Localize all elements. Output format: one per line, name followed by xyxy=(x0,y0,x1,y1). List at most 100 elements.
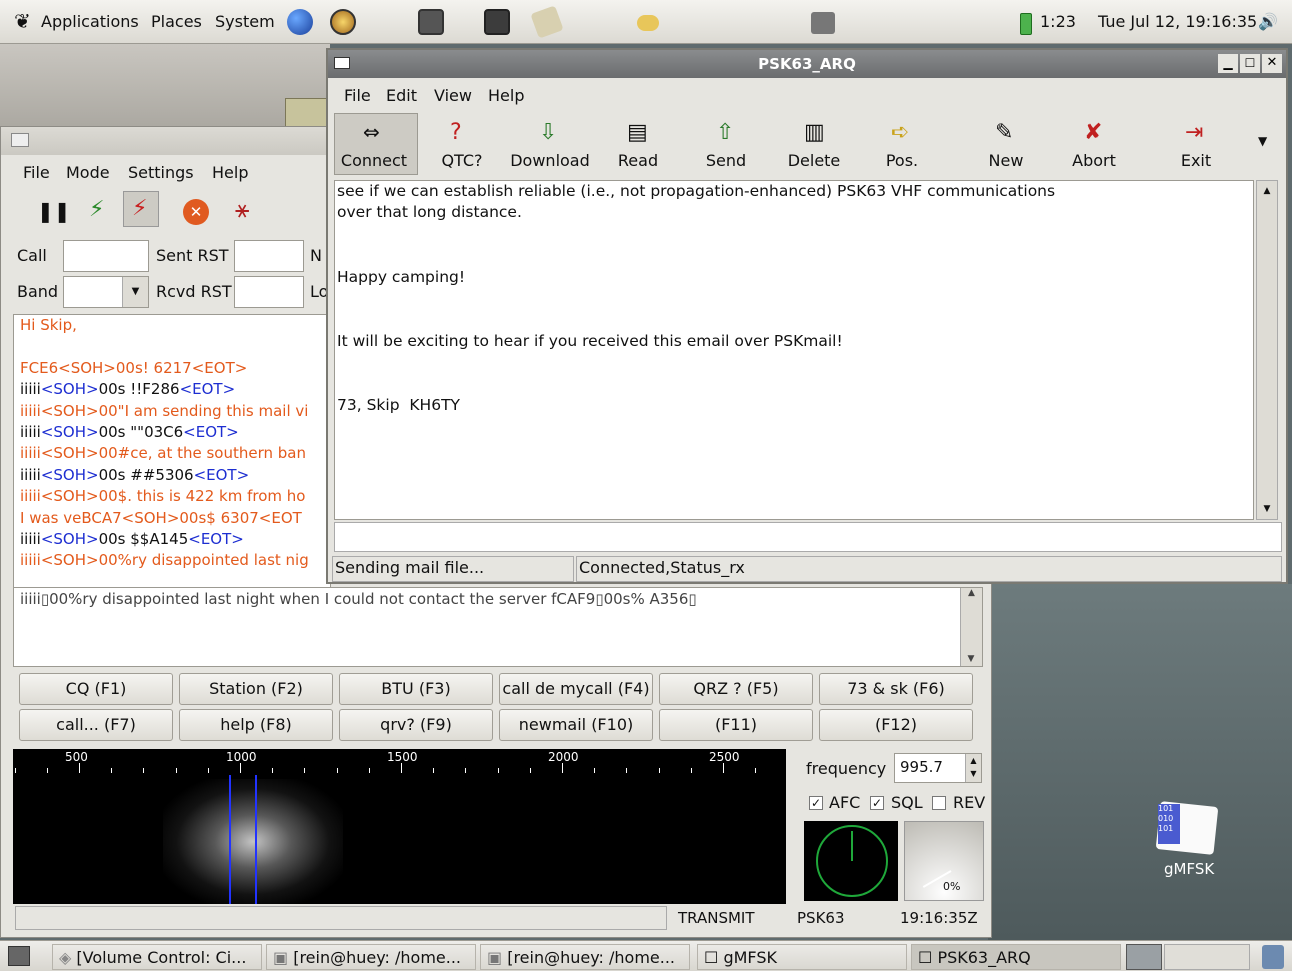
folder-icon[interactable] xyxy=(285,98,329,128)
send-icon: ⇧ xyxy=(716,120,735,145)
task-gmfsk[interactable]: ☐ gMFSK xyxy=(697,944,907,970)
window-menu-icon[interactable] xyxy=(334,57,350,69)
screenshot-icon[interactable] xyxy=(811,12,835,34)
tx-scrollbar[interactable]: ▲ ▼ xyxy=(960,588,982,666)
input-line[interactable] xyxy=(334,522,1282,552)
macro-button-8[interactable]: help (F8) xyxy=(179,709,333,741)
rx-segment: <EOT> xyxy=(179,380,236,399)
workspace-switcher[interactable] xyxy=(1164,944,1250,970)
gmfsk-menu-mode[interactable]: Mode xyxy=(66,163,110,182)
macro-button-7[interactable]: call... (F7) xyxy=(19,709,173,741)
macro-button-3[interactable]: BTU (F3) xyxy=(339,673,493,705)
psk-menu-edit[interactable]: Edit xyxy=(386,86,417,105)
rx-text-area[interactable]: Hi Skip, FCE6<SOH>00s! 6217<EOT> iiiii<SOH… xyxy=(13,314,331,588)
toolbar-pos-button[interactable]: Pos. xyxy=(862,151,942,170)
mode-status: PSK63 xyxy=(797,909,845,927)
minimize-icon[interactable]: ▁ xyxy=(1218,54,1238,73)
terminal2-icon[interactable] xyxy=(484,9,510,35)
close-icon[interactable]: ✕ xyxy=(1262,54,1282,73)
task-volume-control[interactable]: ◈ [Volume Control: Ci... xyxy=(52,944,262,970)
gmfsk-menu-help[interactable]: Help xyxy=(212,163,248,182)
gmfsk-menu-file[interactable]: File xyxy=(23,163,50,182)
new-icon: ✎ xyxy=(995,120,1014,145)
waterfall-tick xyxy=(143,768,144,773)
notes-icon[interactable] xyxy=(530,5,564,39)
toolbar-new-button[interactable]: New xyxy=(966,151,1046,170)
workspace-1[interactable] xyxy=(1126,944,1162,970)
macro-button-5[interactable]: QRZ ? (F5) xyxy=(659,673,813,705)
gnome-foot-icon[interactable]: ❦ xyxy=(14,9,31,33)
volume-icon[interactable]: 🔊 xyxy=(1258,12,1278,31)
toolbar-connect-button[interactable]: Connect xyxy=(334,151,414,170)
macro-button-9[interactable]: qrv? (F9) xyxy=(339,709,493,741)
pause-icon[interactable]: ❚❚ xyxy=(37,199,71,223)
afc-checkbox[interactable]: ✓ xyxy=(809,796,823,810)
signal-trace xyxy=(163,779,343,904)
rx-line: iiiii<SOH>00s ""03C6<EOT> xyxy=(20,422,330,443)
toolbar-exit-button[interactable]: Exit xyxy=(1156,151,1236,170)
frequency-spinner[interactable]: 995.7 ▲ ▼ xyxy=(894,753,982,783)
macro-button-12[interactable]: (F12) xyxy=(819,709,973,741)
abort-icon[interactable]: ✕ xyxy=(183,199,209,225)
macro-button-10[interactable]: newmail (F10) xyxy=(499,709,653,741)
maximize-icon[interactable]: ☐ xyxy=(1240,54,1260,73)
show-desktop-icon[interactable] xyxy=(8,946,30,966)
rcvd-rst-input[interactable] xyxy=(234,276,304,308)
toolbar-qtc-button[interactable]: QTC? xyxy=(422,151,502,170)
web-browser-icon[interactable] xyxy=(287,9,313,35)
macro-button-11[interactable]: (F11) xyxy=(659,709,813,741)
sql-checkbox[interactable]: ✓ xyxy=(870,796,884,810)
tx-button[interactable]: ⚡ xyxy=(123,191,159,227)
macro-button-4[interactable]: call de mycall (F4) xyxy=(499,673,653,705)
psk-titlebar[interactable]: PSK63_ARQ ▁ ☐ ✕ xyxy=(328,50,1286,78)
rx-lightning-icon[interactable]: ⚡ xyxy=(89,197,104,222)
waterfall-display[interactable]: 500 1000 1500 2000 2500 xyxy=(13,749,786,904)
terminal-icon[interactable] xyxy=(418,9,444,35)
clock[interactable]: Tue Jul 12, 19:16:35 xyxy=(1098,12,1257,31)
trash-icon[interactable] xyxy=(1262,945,1284,969)
rx-line: iiiii<SOH>00s ##5306<EOT> xyxy=(20,465,330,486)
toolbar-read-button[interactable]: Read xyxy=(598,151,678,170)
psk-menu-view[interactable]: View xyxy=(434,86,472,105)
tx-line: iiiii▯00%ry disappointed last night when… xyxy=(20,590,697,608)
task-psk63-arq[interactable]: ☐ PSK63_ARQ xyxy=(911,944,1121,970)
task-label: PSK63_ARQ xyxy=(937,948,1031,967)
psk-menu-file[interactable]: File xyxy=(344,86,371,105)
connect-icon: ⇔ xyxy=(363,120,380,144)
rx-segment: iiiii<SOH>00$. this is 422 km from ho xyxy=(20,487,306,506)
waterfall-tick-label: 2000 xyxy=(548,750,579,764)
chevron-down-icon[interactable]: ▼ xyxy=(122,277,148,307)
macro-button-6[interactable]: 73 & sk (F6) xyxy=(819,673,973,705)
toolbar-abort-button[interactable]: Abort xyxy=(1054,151,1134,170)
rx-segment: I was veBCA7<SOH>00s$ 6307<EOT xyxy=(20,508,302,527)
binary-icon: 101 010 101 xyxy=(1158,804,1180,844)
message-scrollbar[interactable]: ▲ ▼ xyxy=(1256,180,1278,520)
task-terminal-2[interactable]: ▣ [rein@huey: /home... xyxy=(480,944,690,970)
spin-icon[interactable]: ▲ ▼ xyxy=(965,754,981,782)
afc-tune-icon[interactable]: ⚹ xyxy=(235,195,249,223)
task-terminal-1[interactable]: ▣ [rein@huey: /home... xyxy=(266,944,476,970)
task-label: gMFSK xyxy=(723,948,777,967)
psk-menu-help[interactable]: Help xyxy=(488,86,524,105)
call-input[interactable] xyxy=(63,240,149,272)
tx-text-area[interactable]: iiiii▯00%ry disappointed last night when… xyxy=(13,587,983,667)
menu-applications[interactable]: Applications xyxy=(41,12,139,31)
menu-places[interactable]: Places xyxy=(151,12,202,31)
gmfsk-menu-settings[interactable]: Settings xyxy=(128,163,194,182)
macro-button-1[interactable]: CQ (F1) xyxy=(19,673,173,705)
toolbar-download-button[interactable]: Download xyxy=(510,151,590,170)
window-menu-icon[interactable] xyxy=(11,133,29,147)
tray-icon[interactable] xyxy=(637,15,659,31)
toolbar-send-button[interactable]: Send xyxy=(686,151,766,170)
message-view[interactable]: see if we can establish reliable (i.e., … xyxy=(334,180,1254,520)
band-combo[interactable]: ▼ xyxy=(63,276,149,308)
macro-button-2[interactable]: Station (F2) xyxy=(179,673,333,705)
sent-rst-input[interactable] xyxy=(234,240,304,272)
toolbar-overflow-icon[interactable]: ▼ xyxy=(1258,134,1267,148)
exit-icon: ⇥ xyxy=(1185,120,1204,145)
launcher-icon[interactable] xyxy=(330,9,356,35)
toolbar-delete-button[interactable]: Delete xyxy=(774,151,854,170)
menu-system[interactable]: System xyxy=(215,12,275,31)
rev-checkbox[interactable] xyxy=(932,796,946,810)
waterfall-tick xyxy=(530,768,531,773)
